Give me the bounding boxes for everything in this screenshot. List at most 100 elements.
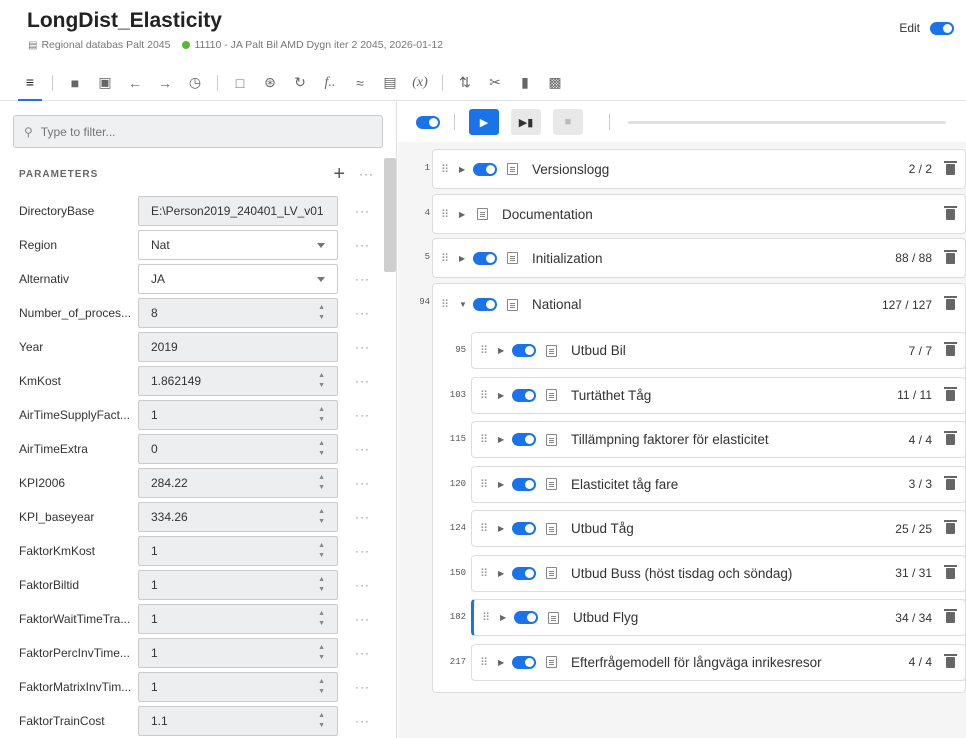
- sort-icon[interactable]: ⇅: [453, 71, 477, 95]
- more-options-icon[interactable]: ···: [355, 306, 370, 320]
- stepper-icon[interactable]: ▲ ▼: [318, 473, 325, 493]
- trash-icon[interactable]: [944, 431, 957, 445]
- block-toggle[interactable]: [512, 477, 536, 491]
- drag-handle-icon[interactable]: ⠿: [480, 567, 492, 580]
- trash-icon[interactable]: [944, 342, 957, 356]
- drag-handle-icon[interactable]: ⠿: [480, 389, 492, 402]
- step-forward-icon[interactable]: ▶▮: [511, 109, 541, 135]
- parameter-value-field[interactable]: 1 ▲ ▼: [138, 638, 338, 668]
- drag-handle-icon[interactable]: ⠿: [441, 163, 453, 176]
- block-toggle[interactable]: [473, 162, 497, 176]
- trash-icon[interactable]: [944, 653, 957, 668]
- parameter-value-field[interactable]: 1.1 ▲ ▼: [138, 706, 338, 736]
- more-options-icon[interactable]: ···: [355, 408, 370, 422]
- drag-handle-icon[interactable]: ⠿: [480, 344, 492, 357]
- parameter-value-field[interactable]: 8 ▲ ▼: [138, 298, 338, 328]
- parameter-value-field[interactable]: 1 ▲ ▼: [138, 672, 338, 702]
- script-subblock[interactable]: ⠿ ▶ Utbud Buss (höst tisdag och söndag) 31 …: [471, 554, 966, 592]
- document-icon[interactable]: □: [228, 71, 252, 95]
- parameter-value-field[interactable]: 1.862149 ▲ ▼: [138, 366, 338, 396]
- filter-input[interactable]: [40, 124, 361, 139]
- trash-icon[interactable]: [944, 475, 957, 490]
- trash-icon[interactable]: [944, 249, 957, 264]
- more-options-icon[interactable]: ···: [355, 578, 370, 592]
- drag-handle-icon[interactable]: ⠿: [480, 522, 492, 535]
- more-options-icon[interactable]: ···: [355, 714, 370, 728]
- copy-icon[interactable]: ▮: [513, 71, 537, 95]
- script-subblock[interactable]: ⠿ ▶ Efterfrågemodell för långväga inrikesr…: [471, 643, 966, 681]
- parameter-value-field[interactable]: 1 ▲ ▼: [138, 570, 338, 600]
- block-toggle[interactable]: [512, 655, 536, 669]
- parameter-value-field[interactable]: 334.26 ▲ ▼: [138, 502, 338, 532]
- table-icon[interactable]: ▤: [378, 71, 402, 95]
- trash-icon[interactable]: [944, 520, 957, 534]
- stepper-icon[interactable]: ▲ ▼: [318, 405, 325, 425]
- caret-right-icon[interactable]: ▶: [498, 524, 506, 533]
- drag-handle-icon[interactable]: ⠿: [480, 478, 492, 491]
- trash-icon[interactable]: [944, 386, 957, 401]
- parameter-value-field[interactable]: 1 ▲ ▼: [138, 400, 338, 430]
- block-toggle[interactable]: [512, 433, 536, 446]
- filter-box[interactable]: ⚲: [13, 115, 383, 148]
- forward-arrow-icon[interactable]: →: [153, 71, 177, 95]
- caret-right-icon[interactable]: ▶: [500, 613, 508, 622]
- function-icon[interactable]: f..: [318, 71, 342, 95]
- stepper-icon[interactable]: ▲ ▼: [318, 507, 325, 527]
- stepper-icon[interactable]: ▲ ▼: [318, 677, 325, 697]
- parameters-tab-icon[interactable]: ≡: [18, 65, 42, 101]
- caret-right-icon[interactable]: ▶: [459, 210, 467, 219]
- run-toggle[interactable]: [416, 115, 440, 129]
- toggle-module-icon[interactable]: ⊛: [258, 71, 282, 95]
- more-options-icon[interactable]: ···: [355, 374, 370, 388]
- drag-handle-icon[interactable]: ⠿: [482, 611, 494, 624]
- refresh-icon[interactable]: ↻: [288, 71, 312, 95]
- more-options-icon[interactable]: ···: [355, 544, 370, 558]
- add-parameter-icon[interactable]: +: [333, 164, 345, 184]
- block-toggle[interactable]: [512, 566, 536, 580]
- more-options-icon[interactable]: ···: [355, 680, 370, 694]
- save-icon[interactable]: ■: [63, 71, 87, 95]
- block-toggle[interactable]: [512, 388, 536, 402]
- stepper-icon[interactable]: ▲ ▼: [318, 711, 325, 731]
- more-options-icon[interactable]: ···: [355, 442, 370, 456]
- cut-icon[interactable]: ✂: [483, 71, 507, 95]
- parameter-value-field[interactable]: E:\Person2019_240401_LV_v01: [138, 196, 338, 226]
- more-options-icon[interactable]: ···: [355, 510, 370, 524]
- more-options-icon[interactable]: ···: [355, 272, 370, 286]
- stepper-icon[interactable]: ▲ ▼: [318, 643, 325, 663]
- scrollbar[interactable]: [384, 158, 396, 272]
- edit-toggle[interactable]: [930, 21, 954, 35]
- script-subblock[interactable]: ⠿ ▶ Tillämpning faktorer för elasticitet 4 …: [471, 421, 966, 458]
- stepper-icon[interactable]: ▲ ▼: [318, 541, 325, 561]
- caret-right-icon[interactable]: ▶: [498, 658, 506, 667]
- block-toggle[interactable]: [514, 611, 538, 624]
- trash-icon[interactable]: [944, 160, 957, 175]
- script-subblock[interactable]: ⠿ ▶ Turtäthet Tåg 11 / 11: [471, 376, 966, 414]
- parameter-value-field[interactable]: 1 ▲ ▼: [138, 536, 338, 566]
- more-options-icon[interactable]: ···: [359, 167, 374, 181]
- parameter-value-field[interactable]: 2019: [138, 332, 338, 362]
- script-block[interactable]: ⠿ ▼ National 127 / 127: [432, 283, 966, 325]
- link-icon[interactable]: ≈: [348, 71, 372, 95]
- drag-handle-icon[interactable]: ⠿: [480, 433, 492, 446]
- caret-right-icon[interactable]: ▶: [459, 165, 467, 174]
- variable-icon[interactable]: (x): [408, 71, 432, 95]
- caret-right-icon[interactable]: ▶: [498, 346, 506, 355]
- script-subblock[interactable]: ⠿ ▶ Utbud Bil 7 / 7: [471, 332, 966, 369]
- more-options-icon[interactable]: ···: [355, 238, 370, 252]
- stepper-icon[interactable]: ▲ ▼: [318, 609, 325, 629]
- script-subblock[interactable]: ⠿ ▶ Utbud Flyg 34 / 34: [471, 599, 966, 636]
- more-options-icon[interactable]: ···: [355, 612, 370, 626]
- caret-right-icon[interactable]: ▶: [498, 391, 506, 400]
- stepper-icon[interactable]: ▲ ▼: [318, 439, 325, 459]
- play-icon[interactable]: ▶: [469, 109, 499, 135]
- history-icon[interactable]: ◷: [183, 71, 207, 95]
- trash-icon[interactable]: [944, 205, 957, 220]
- paste-icon[interactable]: ▩: [543, 71, 567, 95]
- trash-icon[interactable]: [944, 296, 957, 310]
- script-subblock[interactable]: ⠿ ▶ Elasticitet tåg fare 3 / 3: [471, 465, 966, 503]
- parameter-value-field[interactable]: 1 ▲ ▼: [138, 604, 338, 634]
- caret-right-icon[interactable]: ▶: [459, 254, 467, 263]
- more-options-icon[interactable]: ···: [355, 204, 370, 218]
- stepper-icon[interactable]: ▲ ▼: [318, 371, 325, 391]
